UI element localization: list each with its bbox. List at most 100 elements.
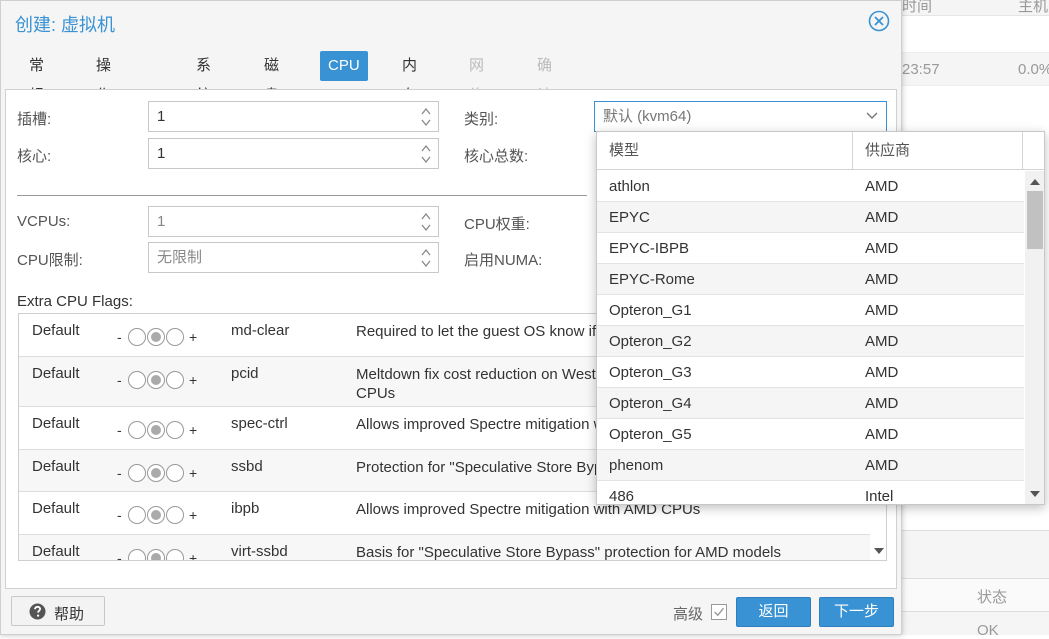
picker-row[interactable]: Opteron_G1 AMD <box>597 295 1024 326</box>
picker-model: EPYC <box>609 209 650 226</box>
back-button[interactable]: 返回 <box>736 597 811 627</box>
tri-state-toggle[interactable]: - + <box>117 326 207 348</box>
picker-row[interactable]: 486 Intel <box>597 481 1024 504</box>
toggle-minus: - <box>117 372 122 388</box>
tab-general[interactable]: 常规 <box>21 51 52 104</box>
close-icon[interactable] <box>868 10 890 32</box>
picker-vendor: AMD <box>865 178 899 195</box>
picker-row[interactable]: EPYC-Rome AMD <box>597 264 1024 295</box>
spinner-icon[interactable] <box>420 144 432 164</box>
picker-row[interactable]: athlon AMD <box>597 171 1024 202</box>
picker-row[interactable]: Opteron_G3 AMD <box>597 357 1024 388</box>
tab-cpu[interactable]: CPU <box>320 51 368 81</box>
picker-vendor: AMD <box>865 457 899 474</box>
picker-vendor: AMD <box>865 271 899 288</box>
picker-col-model[interactable]: 模型 <box>597 132 639 170</box>
flag-default: Default <box>32 458 80 475</box>
cpu-limit-field[interactable]: 无限制 <box>148 242 439 273</box>
tab-memory[interactable]: 内存 <box>394 51 425 104</box>
bg-row-pct: 0.0% <box>1018 61 1049 78</box>
dialog-title: 创建: 虚拟机 <box>15 15 116 35</box>
toggle-minus: - <box>117 550 122 561</box>
toggle-minus: - <box>117 465 122 481</box>
flag-default: Default <box>32 543 80 560</box>
tri-state-toggle[interactable]: - + <box>117 462 207 484</box>
cores-label: 核心: <box>17 148 52 165</box>
scroll-down-icon[interactable] <box>1030 491 1040 497</box>
tab-disk[interactable]: 磁盘 <box>256 51 287 104</box>
flag-name: md-clear <box>231 322 290 339</box>
picker-model: EPYC-IBPB <box>609 240 690 257</box>
sockets-value: 1 <box>157 108 166 125</box>
bg-row-time: 23:57 <box>902 61 940 78</box>
question-icon <box>29 603 46 620</box>
bg-grid-row[interactable]: 23:57 0.0% <box>900 52 1049 86</box>
sockets-label: 插槽: <box>17 111 52 128</box>
help-label: 帮助 <box>54 606 85 623</box>
total-cores-label: 核心总数: <box>464 148 529 165</box>
toggle-plus: + <box>189 372 197 388</box>
vcpus-field[interactable]: 1 <box>148 206 439 237</box>
bg-header-host: 主机 <box>1018 0 1049 15</box>
picker-row[interactable]: Opteron_G2 AMD <box>597 326 1024 357</box>
section-divider <box>17 195 587 196</box>
flag-default: Default <box>32 322 80 339</box>
toggle-minus: - <box>117 422 122 438</box>
picker-row[interactable]: Opteron_G4 AMD <box>597 388 1024 419</box>
scroll-up-icon[interactable] <box>1030 179 1040 185</box>
flag-default: Default <box>32 500 80 517</box>
flag-name: virt-ssbd <box>231 543 288 560</box>
cpu-type-value: 默认 (kvm64) <box>603 108 692 125</box>
flag-default: Default <box>32 415 80 432</box>
advanced-checkbox[interactable] <box>711 604 727 620</box>
cpu-type-picker: 模型 供应商 athlon AMD EPYC AMD EPYC-IBPB AMD EP… <box>596 131 1045 505</box>
cores-field[interactable]: 1 <box>148 138 439 169</box>
cpu-limit-label: CPU限制: <box>17 252 83 269</box>
picker-model: phenom <box>609 457 664 474</box>
picker-model: Opteron_G3 <box>609 364 692 381</box>
spinner-icon[interactable] <box>420 212 432 232</box>
scroll-thumb[interactable] <box>1027 191 1043 249</box>
flag-row[interactable]: Default - + virt-ssbd Basis for "Speculat… <box>19 535 870 561</box>
cores-value: 1 <box>157 145 166 162</box>
picker-model: athlon <box>609 178 650 195</box>
bg-header-time: 时间 <box>902 0 933 15</box>
column-divider <box>1022 132 1023 170</box>
picker-vendor: AMD <box>865 426 899 443</box>
tri-state-toggle[interactable]: - + <box>117 369 207 391</box>
vcpus-label: VCPUs: <box>17 213 71 230</box>
spinner-icon[interactable] <box>420 107 432 127</box>
picker-model: Opteron_G4 <box>609 395 692 412</box>
scroll-down-icon[interactable] <box>874 548 884 554</box>
chevron-down-icon[interactable] <box>866 112 878 120</box>
bg-bottom-header: 状态 OK <box>900 578 1049 639</box>
picker-row[interactable]: Opteron_G5 AMD <box>597 419 1024 450</box>
picker-row[interactable]: phenom AMD <box>597 450 1024 481</box>
sockets-field[interactable]: 1 <box>148 101 439 132</box>
cpu-type-combobox[interactable]: 默认 (kvm64) <box>594 101 887 132</box>
tri-state-toggle[interactable]: - + <box>117 504 207 526</box>
bg-grid-header: 时间 主机 <box>900 0 1049 16</box>
picker-col-vendor[interactable]: 供应商 <box>853 132 910 170</box>
picker-vendor: AMD <box>865 302 899 319</box>
cpu-units-label: CPU权重: <box>464 216 530 233</box>
picker-model: EPYC-Rome <box>609 271 695 288</box>
picker-row[interactable]: EPYC AMD <box>597 202 1024 233</box>
help-button[interactable]: 帮助 <box>11 596 105 626</box>
numa-label: 启用NUMA: <box>464 252 543 269</box>
picker-model: Opteron_G5 <box>609 426 692 443</box>
spinner-icon[interactable] <box>420 248 432 268</box>
picker-row[interactable]: EPYC-IBPB AMD <box>597 233 1024 264</box>
tab-network: 网络 <box>469 57 485 104</box>
bg-status-header: 状态 <box>977 589 1008 606</box>
picker-scrollbar[interactable] <box>1025 171 1044 504</box>
tri-state-toggle[interactable]: - + <box>117 419 207 441</box>
tri-state-toggle[interactable]: - + <box>117 547 207 561</box>
next-button[interactable]: 下一步 <box>819 597 894 627</box>
flag-default: Default <box>32 365 80 382</box>
toggle-plus: + <box>189 422 197 438</box>
bg-status-value: OK <box>977 622 999 639</box>
tab-os[interactable]: 操作系统 <box>88 51 119 164</box>
tab-confirm: 确认 <box>537 57 553 104</box>
tab-system[interactable]: 系统 <box>188 51 219 104</box>
